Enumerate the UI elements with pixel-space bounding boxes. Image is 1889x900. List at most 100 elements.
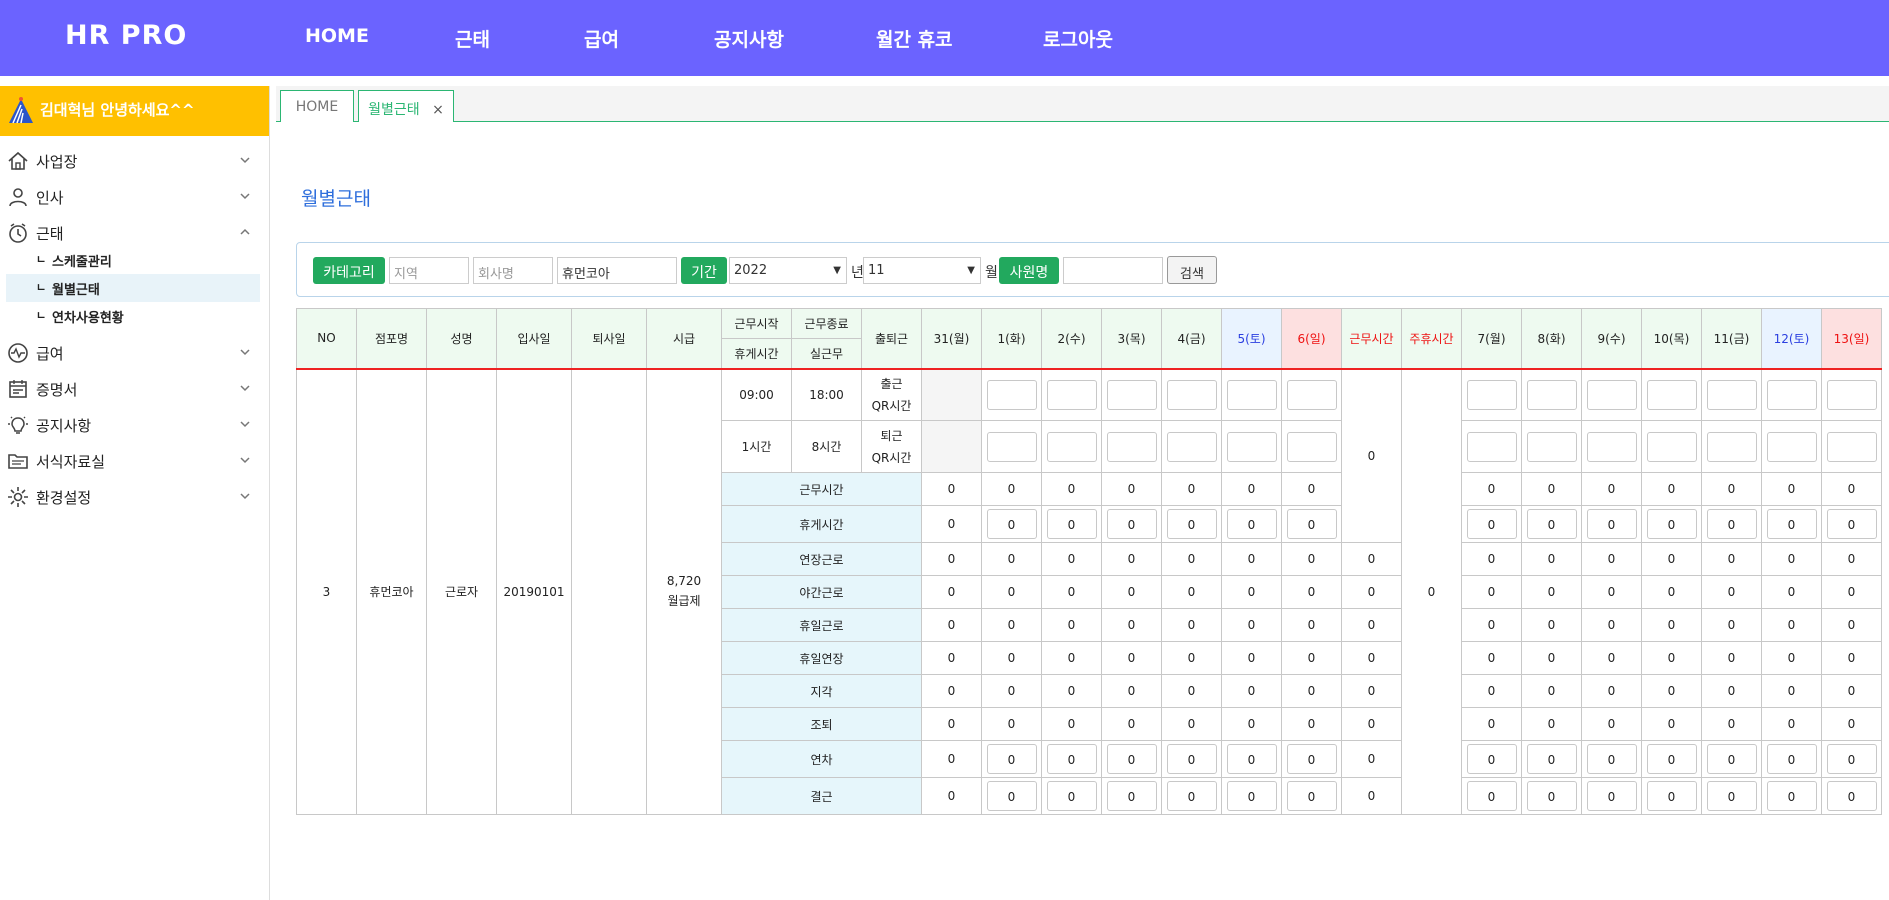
clock-out-input[interactable] <box>1106 431 1157 462</box>
day-input[interactable]: 0 <box>1526 781 1577 811</box>
close-icon[interactable]: × <box>432 102 444 118</box>
nav-notice[interactable]: 공지사항 <box>714 25 784 52</box>
clock-out-input[interactable] <box>1166 431 1217 462</box>
clock-in-input[interactable] <box>1466 379 1517 410</box>
day-input[interactable]: 0 <box>1646 509 1697 539</box>
day-input[interactable]: 0 <box>1226 744 1277 774</box>
day-input[interactable]: 0 <box>1286 744 1337 774</box>
day-input[interactable]: 0 <box>1826 744 1877 774</box>
day-input[interactable]: 0 <box>1106 781 1157 811</box>
nav-home[interactable]: HOME <box>305 25 369 47</box>
clock-in-input[interactable] <box>1826 379 1877 410</box>
day-input[interactable]: 0 <box>1586 509 1637 539</box>
day-input[interactable]: 0 <box>1586 744 1637 774</box>
sidebar-item-settings[interactable]: 환경설정 <box>0 480 262 514</box>
clock-in-input[interactable] <box>1226 379 1277 410</box>
category-button[interactable]: 카테고리 <box>313 257 385 284</box>
category-label: 결근 <box>721 777 922 815</box>
day-input[interactable]: 0 <box>1766 509 1817 539</box>
clock-out-input[interactable] <box>1046 431 1097 462</box>
employee-button[interactable]: 사원명 <box>999 257 1059 284</box>
sidebar-subitem-annual-leave[interactable]: 연차사용현황 <box>6 302 260 330</box>
clock-out-input[interactable] <box>1706 431 1757 462</box>
sidebar-item-certificate[interactable]: 증명서 <box>0 372 262 406</box>
clock-in-input[interactable] <box>1646 379 1697 410</box>
tab-home[interactable]: HOME <box>280 90 354 122</box>
clock-in-input[interactable] <box>1526 379 1577 410</box>
clock-out-input[interactable] <box>1646 431 1697 462</box>
clock-out-input[interactable] <box>1286 431 1337 462</box>
day-input[interactable]: 0 <box>1106 744 1157 774</box>
day-input[interactable]: 0 <box>1286 509 1337 539</box>
clock-out-input[interactable] <box>1526 431 1577 462</box>
nav-monthly[interactable]: 월간 휴코 <box>876 25 953 52</box>
region-input[interactable]: 지역 <box>389 257 469 284</box>
day-input[interactable]: 0 <box>1706 781 1757 811</box>
day-input[interactable]: 0 <box>986 744 1037 774</box>
day-input[interactable]: 0 <box>1826 781 1877 811</box>
clock-out-input[interactable] <box>1586 431 1637 462</box>
clock-in-input[interactable] <box>1286 379 1337 410</box>
sidebar-subitem-monthly-attendance[interactable]: 월별근태 <box>6 274 260 302</box>
clock-in-input[interactable] <box>1586 379 1637 410</box>
nav-attendance[interactable]: 근태 <box>455 25 490 52</box>
day-input[interactable]: 0 <box>1226 509 1277 539</box>
sidebar-item-notice[interactable]: 공지사항 <box>0 408 262 442</box>
day-input[interactable]: 0 <box>986 509 1037 539</box>
day-input[interactable]: 0 <box>986 781 1037 811</box>
day-input[interactable]: 0 <box>1826 509 1877 539</box>
sidebar-item-forms[interactable]: 서식자료실 <box>0 444 262 478</box>
clock-in-input[interactable] <box>1046 379 1097 410</box>
day-input[interactable]: 0 <box>1466 744 1517 774</box>
day-input[interactable]: 0 <box>1466 781 1517 811</box>
nav-logout[interactable]: 로그아웃 <box>1043 25 1113 52</box>
tab-monthly-attendance[interactable]: 월별근태 × <box>358 90 454 122</box>
clock-in-input[interactable] <box>1106 379 1157 410</box>
brand-logo[interactable]: HR PRO <box>65 20 187 51</box>
day-input[interactable]: 0 <box>1706 509 1757 539</box>
sidebar-item-workplace[interactable]: 사업장 <box>0 144 262 178</box>
day-input[interactable]: 0 <box>1766 781 1817 811</box>
sidebar-item-hr[interactable]: 인사 <box>0 180 262 214</box>
period-button[interactable]: 기간 <box>681 257 727 284</box>
day-input[interactable]: 0 <box>1286 781 1337 811</box>
day-input[interactable]: 0 <box>1526 744 1577 774</box>
day-input[interactable]: 0 <box>1046 509 1097 539</box>
day-input[interactable]: 0 <box>1166 509 1217 539</box>
day-input[interactable]: 0 <box>1646 744 1697 774</box>
clock-out-input[interactable] <box>1826 431 1877 462</box>
clock-out-input[interactable] <box>986 431 1037 462</box>
search-button[interactable]: 검색 <box>1167 256 1217 284</box>
sidebar-item-attendance[interactable]: 근태 <box>0 216 262 250</box>
day-input[interactable]: 0 <box>1646 781 1697 811</box>
day-input[interactable]: 0 <box>1166 744 1217 774</box>
welcome-text: 김대혁님 안녕하세요^^ <box>40 101 195 119</box>
day-input[interactable]: 0 <box>1046 781 1097 811</box>
day-input[interactable]: 0 <box>1526 509 1577 539</box>
month-select[interactable]: 11 ▼ <box>863 257 981 284</box>
sidebar-item-payroll[interactable]: 급여 <box>0 336 262 370</box>
sidebar-subitem-schedule[interactable]: 스케줄관리 <box>6 246 260 274</box>
clock-out-input[interactable] <box>1466 431 1517 462</box>
day-input[interactable]: 0 <box>1226 781 1277 811</box>
day-cell: 0 <box>1521 740 1582 778</box>
day-input[interactable]: 0 <box>1586 781 1637 811</box>
store-input[interactable]: 휴먼코아 <box>557 257 677 284</box>
day-input[interactable]: 0 <box>1466 509 1517 539</box>
clock-in-input[interactable] <box>1766 379 1817 410</box>
company-input[interactable]: 회사명 <box>473 257 553 284</box>
clock-in-input[interactable] <box>1166 379 1217 410</box>
day-input[interactable]: 0 <box>1166 781 1217 811</box>
clock-out-input[interactable] <box>1766 431 1817 462</box>
clock-in-input[interactable] <box>986 379 1037 410</box>
day-input[interactable]: 0 <box>1106 509 1157 539</box>
day-input[interactable]: 0 <box>1046 744 1097 774</box>
day-input[interactable]: 0 <box>1706 744 1757 774</box>
year-select[interactable]: 2022 ▼ <box>729 257 847 284</box>
clock-in-input[interactable] <box>1706 379 1757 410</box>
nav-payroll[interactable]: 급여 <box>584 25 619 52</box>
clock-out-input[interactable] <box>1226 431 1277 462</box>
employee-input[interactable] <box>1063 257 1163 284</box>
day-input[interactable]: 0 <box>1766 744 1817 774</box>
day-cell: 0 <box>921 608 982 642</box>
